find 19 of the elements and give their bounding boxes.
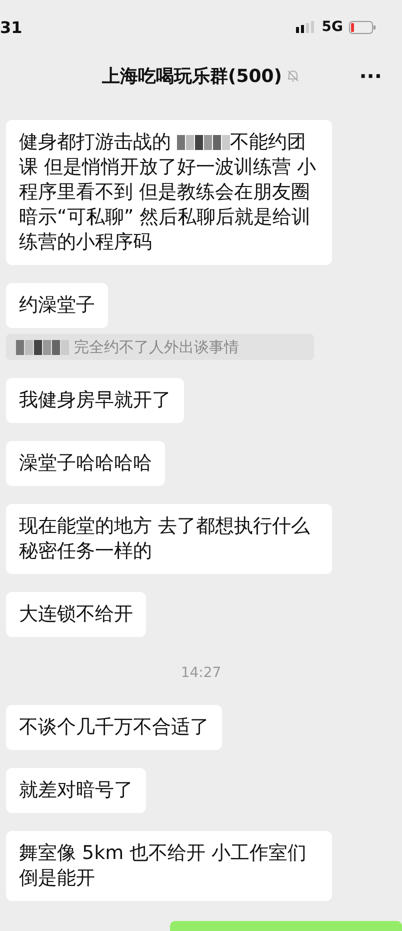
message-bubble: 现在能堂的地方 去了都想执行什么秘密任务一样的	[6, 504, 332, 574]
message-bubble: 舞室像 5km 也不给开 小工作室们倒是能开	[6, 831, 332, 901]
more-button[interactable]: ···	[359, 64, 382, 88]
chat-title: 上海吃喝玩乐群(500)	[102, 65, 282, 88]
message-bubble: 健身都打游击战的 不能约团课 但是悄悄开放了好一波训练营 小程序里看不到 但是教练会在朋友圈暗示“可私聊” 然后私聊后就是给训练营的小程序码	[6, 120, 332, 265]
message-bubble: 约澡堂子	[6, 283, 108, 328]
quoted-message: 完全约不了人外出谈事情	[6, 334, 314, 360]
message-bubble: 我健身房早就开了	[6, 378, 184, 423]
signal-icon	[296, 21, 316, 33]
network-type: 5G	[322, 19, 343, 35]
mosaic-redaction	[16, 340, 69, 356]
message-bubble: 就差对暗号了	[6, 768, 146, 813]
status-time: 31	[0, 18, 22, 36]
timestamp: 14:27	[180, 665, 222, 681]
battery-icon	[349, 20, 376, 34]
message-bubble: 大连锁不给开	[6, 592, 146, 637]
message-bubble: 不谈个几千万不合适了	[6, 705, 222, 750]
message-bubble: 澡堂子哈哈哈哈	[6, 441, 165, 486]
mosaic-redaction	[177, 135, 230, 150]
